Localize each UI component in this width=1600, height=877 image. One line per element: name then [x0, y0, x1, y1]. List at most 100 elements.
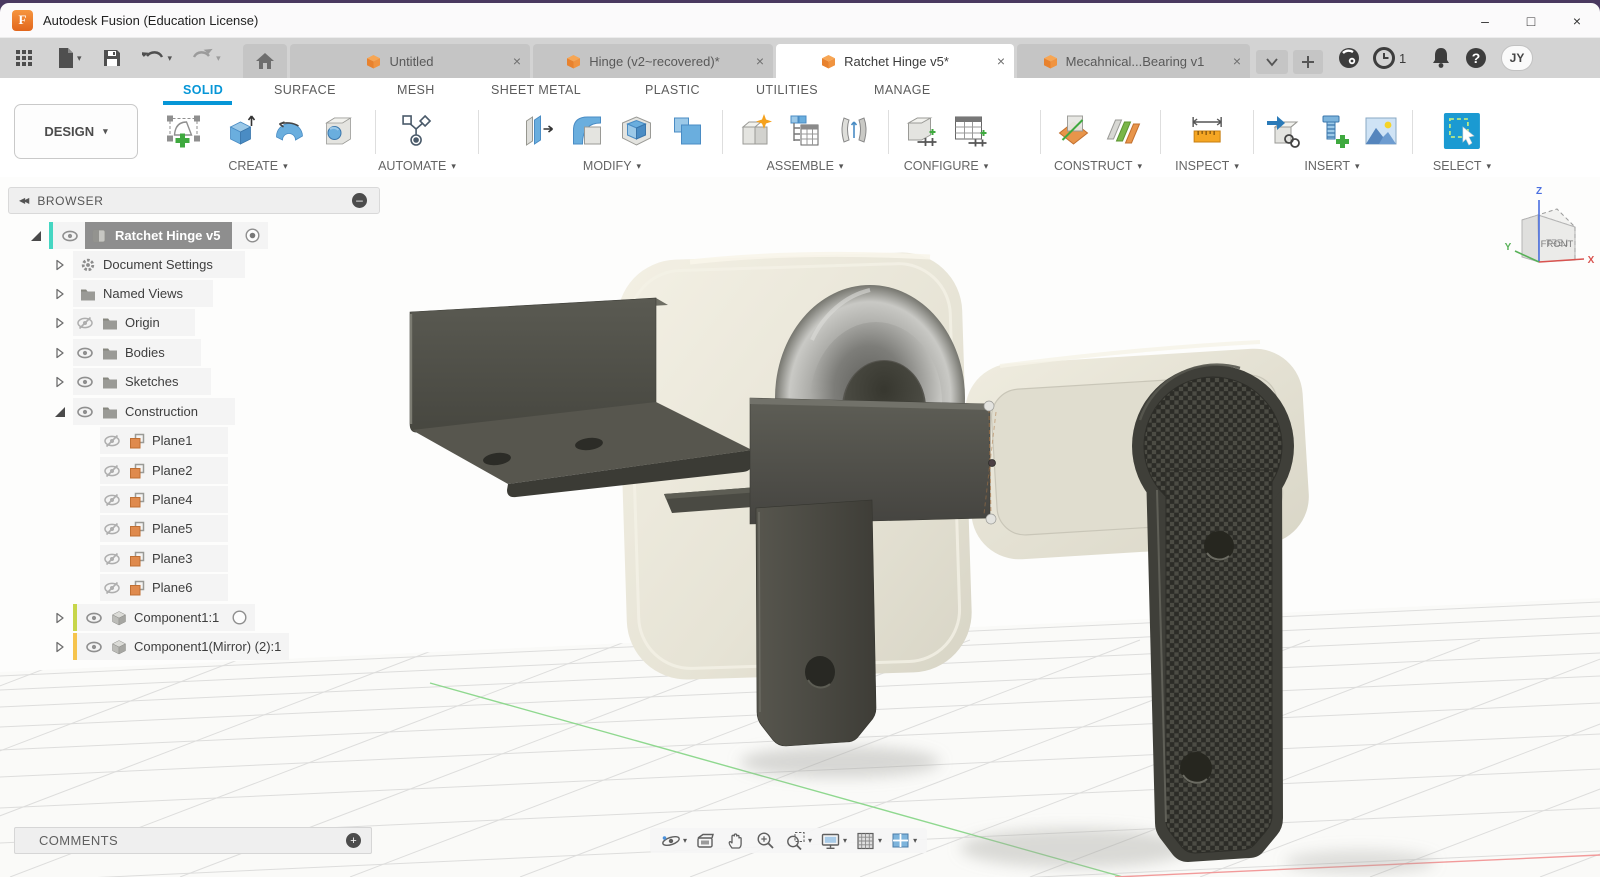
tree-row-plane2[interactable]: Plane2: [100, 457, 228, 484]
tab-mesh[interactable]: MESH: [397, 83, 435, 97]
tab-ratchet-hinge[interactable]: Ratchet Hinge v5* ×: [776, 44, 1014, 78]
eye-off-icon[interactable]: [104, 551, 120, 567]
display-settings-button[interactable]: ▾: [818, 830, 849, 852]
expand-arrow-icon[interactable]: [52, 315, 68, 331]
add-comment-button[interactable]: +: [346, 833, 361, 848]
eye-off-icon[interactable]: [104, 492, 120, 508]
offset-plane-button[interactable]: [1102, 105, 1144, 157]
save-button[interactable]: [98, 43, 126, 73]
tree-row-construction[interactable]: Construction: [52, 398, 235, 425]
group-label-assemble[interactable]: ASSEMBLE ▾: [767, 159, 844, 173]
tab-hinge-recovered[interactable]: Hinge (v2~recovered)* ×: [533, 44, 773, 78]
browser-minimize-button[interactable]: –: [352, 193, 367, 208]
expanded-icon[interactable]: [52, 404, 68, 420]
file-menu-button[interactable]: ▾: [52, 43, 86, 73]
activate-component-radio[interactable]: [232, 610, 247, 625]
configuration-table-button[interactable]: [950, 105, 992, 157]
extensions-button[interactable]: [1337, 46, 1361, 70]
tree-row-origin[interactable]: Origin: [52, 309, 195, 336]
joint-origin-button[interactable]: [833, 105, 875, 157]
expanded-icon[interactable]: [28, 228, 44, 244]
eye-icon[interactable]: [86, 610, 102, 626]
collapse-panel-icon[interactable]: ◀◀: [19, 196, 29, 205]
construct-plane-button[interactable]: [1053, 105, 1095, 157]
expand-arrow-icon[interactable]: [52, 345, 68, 361]
expand-arrow-icon[interactable]: [52, 286, 68, 302]
combine-button[interactable]: [665, 105, 707, 157]
tab-list-button[interactable]: [1256, 50, 1288, 74]
group-label-construct[interactable]: CONSTRUCT ▾: [1054, 159, 1142, 173]
group-label-select[interactable]: SELECT ▾: [1433, 159, 1491, 173]
extrude-button[interactable]: [220, 105, 262, 157]
model-right-paddle[interactable]: [1132, 363, 1294, 862]
model-front-plate[interactable]: [749, 397, 997, 525]
eye-off-icon[interactable]: [104, 463, 120, 479]
tree-row-plane6[interactable]: Plane6: [100, 574, 228, 601]
redo-button[interactable]: ▾: [186, 43, 225, 73]
zoom-button[interactable]: [753, 830, 779, 852]
eye-off-icon[interactable]: [104, 521, 120, 537]
hole-button[interactable]: [318, 105, 360, 157]
measure-button[interactable]: [1186, 105, 1228, 157]
revolve-button[interactable]: [269, 105, 311, 157]
eye-icon[interactable]: [77, 345, 93, 361]
tab-sheet-metal[interactable]: SHEET METAL: [491, 83, 581, 97]
eye-off-icon[interactable]: [77, 315, 93, 331]
viewcube[interactable]: LEFT FRONT Z X Y: [1460, 180, 1600, 300]
job-status-button[interactable]: 1: [1372, 46, 1406, 70]
profile-avatar[interactable]: JY: [1501, 45, 1533, 71]
look-at-button[interactable]: [693, 830, 719, 852]
tab-surface[interactable]: SURFACE: [274, 83, 336, 97]
tree-row-plane3[interactable]: Plane3: [100, 545, 228, 572]
viewports-button[interactable]: ▾: [888, 830, 919, 852]
browser-header[interactable]: ◀◀ BROWSER –: [8, 187, 380, 214]
group-label-configure[interactable]: CONFIGURE ▾: [904, 159, 989, 173]
eye-icon[interactable]: [62, 228, 78, 244]
tab-untitled[interactable]: Untitled ×: [290, 44, 530, 78]
tab-utilities[interactable]: UTILITIES: [756, 83, 818, 97]
configuration-button[interactable]: [901, 105, 943, 157]
minimize-button[interactable]: –: [1462, 3, 1508, 38]
eye-icon[interactable]: [77, 404, 93, 420]
orbit-button[interactable]: ▾: [658, 830, 689, 852]
select-button[interactable]: [1441, 105, 1483, 157]
group-label-create[interactable]: CREATE ▾: [228, 159, 287, 173]
tree-row-sketches[interactable]: Sketches: [52, 368, 211, 395]
pan-button[interactable]: [723, 830, 749, 852]
comments-bar[interactable]: COMMENTS +: [14, 827, 372, 854]
tab-solid[interactable]: SOLID: [183, 83, 223, 97]
tab-plastic[interactable]: PLASTIC: [645, 83, 700, 97]
fillet-button[interactable]: [567, 105, 609, 157]
joint-button[interactable]: [784, 105, 826, 157]
tree-row-component1[interactable]: Component1:1: [52, 604, 256, 631]
close-button[interactable]: ×: [1554, 3, 1600, 38]
tab-close-icon[interactable]: ×: [756, 53, 764, 69]
group-label-automate[interactable]: AUTOMATE ▾: [378, 159, 456, 173]
expand-arrow-icon[interactable]: [52, 639, 68, 655]
notifications-button[interactable]: [1430, 46, 1452, 70]
create-sketch-button[interactable]: [157, 105, 213, 157]
insert-derive-button[interactable]: [1262, 105, 1304, 157]
tree-row-document-settings[interactable]: Document Settings: [52, 251, 245, 278]
new-tab-button[interactable]: [1293, 50, 1323, 74]
workspace-selector[interactable]: DESIGN ▾: [14, 104, 138, 159]
zoom-window-button[interactable]: ▾: [783, 830, 814, 852]
eye-icon[interactable]: [86, 639, 102, 655]
tree-row-plane4[interactable]: Plane4: [100, 486, 228, 513]
tree-row-bodies[interactable]: Bodies: [52, 339, 201, 366]
active-component-radio[interactable]: [245, 228, 260, 243]
tree-row-plane1[interactable]: Plane1: [100, 427, 228, 454]
home-button[interactable]: [243, 44, 287, 78]
group-label-modify[interactable]: MODIFY ▾: [583, 159, 641, 173]
selected-root-item[interactable]: Ratchet Hinge v5: [85, 222, 233, 249]
expand-arrow-icon[interactable]: [52, 610, 68, 626]
eye-icon[interactable]: [77, 374, 93, 390]
app-grid-button[interactable]: [10, 43, 38, 73]
insert-fastener-button[interactable]: [1311, 105, 1353, 157]
expand-arrow-icon[interactable]: [52, 257, 68, 273]
tab-mechanical-bearing[interactable]: Mecahnical...Bearing v1 ×: [1017, 44, 1250, 78]
tree-row-root[interactable]: Ratchet Hinge v5: [28, 222, 269, 249]
group-label-insert[interactable]: INSERT ▾: [1304, 159, 1359, 173]
new-component-button[interactable]: [735, 105, 777, 157]
expand-arrow-icon[interactable]: [52, 374, 68, 390]
